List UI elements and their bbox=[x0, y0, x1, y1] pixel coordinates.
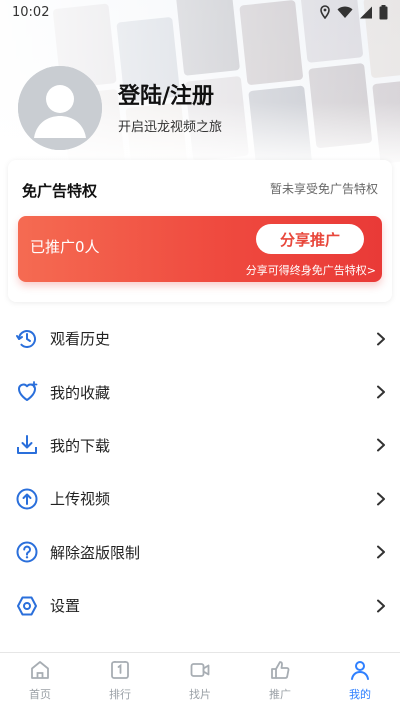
menu-label: 设置 bbox=[50, 597, 81, 616]
battery-icon bbox=[379, 4, 388, 20]
chevron-right-icon bbox=[374, 438, 388, 452]
ad-free-card: 免广告特权 暂未享受免广告特权 已推广0人 分享推广 分享可得终身免广告特权> bbox=[8, 160, 392, 302]
menu-item-settings[interactable]: 设置 bbox=[0, 579, 400, 632]
download-icon bbox=[14, 432, 40, 458]
ad-free-status: 暂未享受免广告特权 bbox=[269, 182, 378, 196]
help-icon bbox=[14, 539, 40, 565]
settings-icon bbox=[14, 593, 40, 619]
promo-banner: 已推广0人 分享推广 分享可得终身免广告特权> bbox=[18, 216, 382, 282]
tab-find-video[interactable]: 找片 bbox=[160, 653, 240, 711]
menu-label: 上传视频 bbox=[50, 490, 111, 509]
tab-promote[interactable]: 推广 bbox=[240, 653, 320, 711]
status-time: 10:02 bbox=[12, 4, 50, 20]
chevron-right-icon bbox=[374, 332, 388, 346]
video-icon bbox=[189, 659, 211, 681]
chevron-right-icon bbox=[374, 545, 388, 559]
menu-item-favorites[interactable]: 我的收藏 bbox=[0, 365, 400, 418]
promoted-count: 已推广0人 bbox=[30, 238, 100, 256]
avatar[interactable] bbox=[18, 66, 102, 150]
menu-item-upload[interactable]: 上传视频 bbox=[0, 472, 400, 525]
thumbs-up-icon bbox=[269, 659, 291, 681]
bottom-nav: 首页 排行 找片 推广 我的 bbox=[0, 652, 400, 711]
heart-icon bbox=[14, 379, 40, 405]
menu-label: 我的收藏 bbox=[50, 383, 111, 402]
menu-label: 观看历史 bbox=[50, 330, 111, 349]
menu-item-downloads[interactable]: 我的下载 bbox=[0, 419, 400, 472]
profile-subtitle: 开启迅龙视频之旅 bbox=[118, 120, 223, 135]
tab-home[interactable]: 首页 bbox=[0, 653, 80, 711]
menu-label: 解除盗版限制 bbox=[50, 543, 141, 562]
tab-ranking[interactable]: 排行 bbox=[80, 653, 160, 711]
menu-list: 观看历史 我的收藏 我的下载 上传视频 解除盗版限制 设置 bbox=[0, 312, 400, 632]
share-promote-button[interactable]: 分享推广 bbox=[256, 224, 364, 254]
default-avatar-icon bbox=[18, 66, 102, 150]
signal-icon bbox=[359, 6, 373, 19]
location-icon bbox=[319, 5, 331, 19]
menu-label: 我的下载 bbox=[50, 436, 111, 455]
tab-label: 找片 bbox=[189, 688, 211, 701]
upload-icon bbox=[14, 486, 40, 512]
chevron-right-icon bbox=[374, 492, 388, 506]
tab-mine[interactable]: 我的 bbox=[320, 653, 400, 711]
login-register-link[interactable]: 登陆/注册 bbox=[118, 78, 214, 110]
ranking-icon bbox=[109, 659, 131, 681]
tab-label: 首页 bbox=[29, 688, 51, 701]
ad-free-title: 免广告特权 bbox=[22, 182, 98, 200]
tab-label: 排行 bbox=[109, 688, 131, 701]
tab-label: 推广 bbox=[269, 688, 291, 701]
menu-item-piracy-restriction[interactable]: 解除盗版限制 bbox=[0, 526, 400, 579]
chevron-right-icon bbox=[374, 385, 388, 399]
history-icon bbox=[14, 326, 40, 352]
home-icon bbox=[29, 659, 51, 681]
wifi-icon bbox=[337, 6, 353, 19]
tab-label: 我的 bbox=[349, 688, 371, 701]
user-icon bbox=[349, 659, 371, 681]
promo-hint-link[interactable]: 分享可得终身免广告特权> bbox=[246, 262, 376, 278]
status-bar: 10:02 bbox=[0, 0, 400, 24]
chevron-right-icon bbox=[374, 599, 388, 613]
menu-item-history[interactable]: 观看历史 bbox=[0, 312, 400, 365]
